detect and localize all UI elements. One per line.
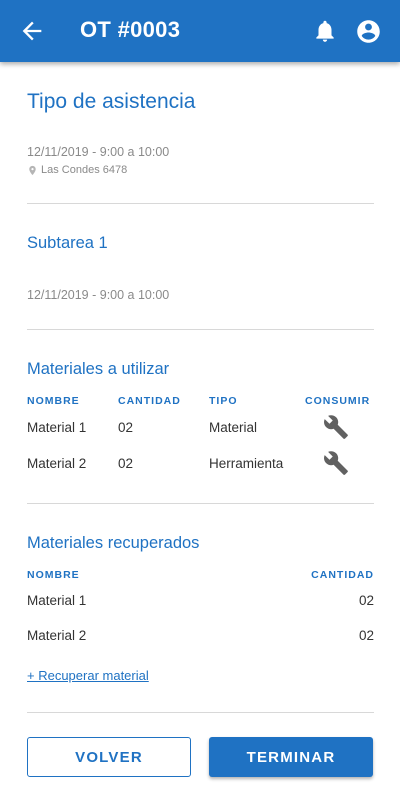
wrench-icon[interactable] (323, 450, 349, 476)
page-title: OT #0003 (80, 17, 181, 42)
subtask-datetime: 12/11/2019 - 9:00 a 10:00 (27, 288, 170, 302)
recover-material-link[interactable]: + Recuperar material (27, 668, 149, 683)
column-header-type: TIPO (209, 395, 238, 407)
column-header-quantity: CANTIDAD (311, 569, 374, 581)
material-type: Herramienta (209, 456, 284, 471)
material-name: Material 2 (27, 456, 87, 471)
account-circle-icon[interactable] (355, 18, 382, 45)
task-address-text: Las Condes 6478 (41, 164, 128, 176)
task-address: Las Condes 6478 (27, 164, 127, 176)
task-datetime: 12/11/2019 - 9:00 a 10:00 (27, 145, 170, 159)
wrench-icon[interactable] (323, 414, 349, 440)
material-name: Material 2 (27, 628, 87, 643)
bell-icon[interactable] (312, 18, 338, 44)
material-quantity: 02 (358, 593, 374, 608)
material-type: Material (209, 420, 258, 435)
divider (27, 503, 374, 504)
recovered-materials-title: Materiales recuperados (27, 534, 200, 552)
material-name: Material 1 (27, 420, 87, 435)
material-quantity: 02 (118, 420, 134, 435)
column-header-consume: CONSUMIR (305, 395, 371, 407)
divider (27, 712, 374, 713)
finish-button[interactable]: TERMINAR (209, 737, 373, 777)
materials-to-use-title: Materiales a utilizar (27, 360, 170, 378)
column-header-name: NOMBRE (27, 569, 80, 581)
material-quantity: 02 (118, 456, 134, 471)
divider (27, 329, 374, 330)
material-quantity: 02 (358, 628, 374, 643)
task-title: Tipo de asistencia (27, 90, 196, 113)
subtask-title: Subtarea 1 (27, 234, 108, 252)
arrow-back-icon[interactable] (18, 17, 46, 45)
location-pin-icon (29, 165, 36, 175)
app-bar: OT #0003 (0, 0, 400, 62)
column-header-name: NOMBRE (27, 395, 80, 407)
material-name: Material 1 (27, 593, 87, 608)
column-header-quantity: CANTIDAD (118, 395, 181, 407)
back-button[interactable]: VOLVER (27, 737, 191, 777)
divider (27, 203, 374, 204)
